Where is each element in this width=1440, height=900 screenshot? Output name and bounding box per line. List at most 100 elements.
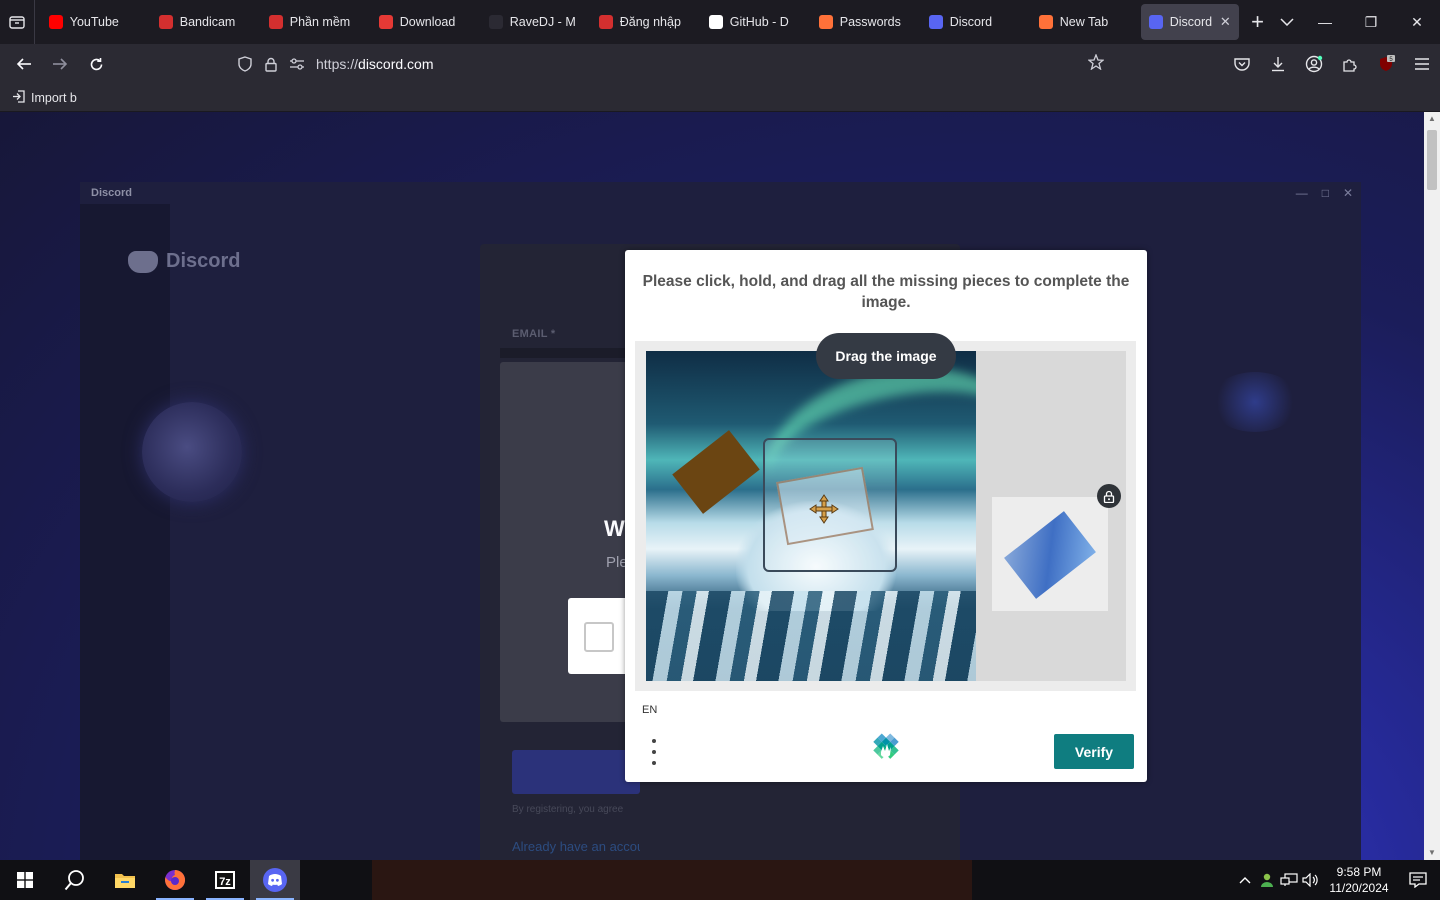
discord-icon	[928, 15, 943, 29]
file-explorer-icon[interactable]	[100, 860, 150, 900]
record-icon	[598, 15, 613, 29]
discord-icon	[1148, 15, 1163, 29]
hcaptcha-checkbox[interactable]	[584, 622, 614, 652]
more-options-icon[interactable]	[647, 739, 661, 765]
login-link[interactable]: Already have an account?	[512, 839, 640, 854]
import-bookmarks-link[interactable]: Import b	[31, 91, 77, 105]
svg-text:7z: 7z	[219, 876, 231, 888]
tab-label: Discord	[949, 15, 993, 29]
import-bookmarks-icon[interactable]	[12, 89, 25, 106]
language-selector[interactable]: EN	[642, 704, 657, 716]
site-permissions-icon[interactable]	[284, 58, 310, 70]
window-controls: — ❐ ✕	[1302, 0, 1440, 44]
scroll-down-arrow-icon[interactable]: ▼	[1424, 846, 1440, 860]
page-scrollbar[interactable]: ▲ ▼	[1424, 112, 1440, 860]
forward-button[interactable]	[42, 48, 78, 80]
start-windows-icon[interactable]	[0, 860, 50, 900]
move-cursor-icon	[809, 494, 839, 524]
lock-icon[interactable]	[258, 57, 284, 72]
email-label: EMAIL *	[512, 328, 556, 340]
tracking-protection-shield-icon[interactable]	[232, 56, 258, 72]
action-center-icon[interactable]	[1396, 860, 1440, 900]
browser-tab[interactable]: Đăng nhập	[591, 4, 697, 40]
url-host: discord.com	[358, 56, 434, 72]
discord-maximize-button[interactable]: □	[1322, 186, 1329, 200]
discord-left-strip	[80, 204, 170, 860]
discord-minimize-button[interactable]: —	[1296, 186, 1308, 200]
new-tab-button[interactable]: +	[1243, 4, 1273, 40]
nebula-decoration	[1210, 372, 1300, 432]
discord-window-controls: — □ ✕	[1296, 182, 1353, 204]
network-icon[interactable]	[1278, 860, 1300, 900]
draggable-piece-option[interactable]	[992, 497, 1108, 611]
bookmarks-toolbar: Import b	[0, 84, 1440, 112]
navigation-toolbar: https://discord.com 5	[0, 44, 1440, 84]
scroll-up-arrow-icon[interactable]: ▲	[1424, 112, 1440, 126]
challenge-prompt: Please click, hold, and drag all the mis…	[642, 273, 1130, 311]
browser-tab[interactable]: Bandicam	[151, 4, 257, 40]
app-menu-hamburger-icon[interactable]	[1404, 48, 1440, 80]
pocket-icon[interactable]	[1224, 48, 1260, 80]
tab-label: Passwords	[839, 15, 901, 29]
extensions-puzzle-icon[interactable]	[1332, 48, 1368, 80]
clock-date: 11/20/2024	[1329, 881, 1389, 895]
back-button[interactable]	[6, 48, 42, 80]
discord-logo-icon	[128, 250, 158, 273]
close-tab-icon[interactable]: ✕	[1216, 14, 1231, 30]
url-bar[interactable]: https://discord.com	[232, 48, 1105, 80]
tab-label: Discord	[1169, 15, 1213, 29]
github-icon	[708, 15, 723, 29]
reload-button[interactable]	[78, 48, 114, 80]
discord-logo-text: Discord	[166, 250, 241, 272]
browser-tab[interactable]: YouTube	[41, 4, 147, 40]
windows-taskbar: 7z 9:58 PM 11/20/2024	[0, 860, 1440, 900]
clock-time: 9:58 PM	[1336, 865, 1382, 879]
list-all-tabs-icon[interactable]	[1272, 4, 1302, 40]
close-window-button[interactable]: ✕	[1394, 0, 1440, 44]
tab-label: RaveDJ - M	[509, 15, 576, 29]
browser-tab[interactable]: Discord	[921, 4, 1027, 40]
browser-tab[interactable]: Passwords	[811, 4, 917, 40]
continue-button[interactable]	[512, 750, 640, 794]
browser-tab[interactable]: GitHub - D	[701, 4, 807, 40]
7zip-taskbar-icon[interactable]: 7z	[200, 860, 250, 900]
discord-close-button[interactable]: ✕	[1343, 186, 1353, 200]
tab-label: New Tab	[1059, 15, 1109, 29]
mega-icon	[378, 15, 393, 29]
volume-icon[interactable]	[1300, 860, 1322, 900]
verify-button[interactable]: Verify	[1054, 734, 1134, 769]
tab-list-icon[interactable]	[0, 0, 35, 44]
blue-shard-piece[interactable]	[1004, 511, 1096, 599]
padlock-icon	[1097, 484, 1121, 508]
taskbar-background-art	[372, 860, 972, 900]
people-sync-icon[interactable]	[1256, 860, 1278, 900]
browser-tab[interactable]: Phần mềm	[261, 4, 367, 40]
bookmark-star-icon[interactable]	[1087, 52, 1105, 75]
browser-tab[interactable]: RaveDJ - M	[481, 4, 587, 40]
restore-window-button[interactable]: ❐	[1348, 0, 1394, 44]
toolbar-right: 5	[1224, 44, 1440, 84]
discord-taskbar-icon[interactable]	[250, 860, 300, 900]
planet-decoration	[142, 402, 242, 502]
challenge-stage: Drag the image	[635, 333, 1136, 691]
scrollbar-thumb[interactable]	[1427, 130, 1437, 190]
hcaptcha-challenge-dialog: Please click, hold, and drag all the mis…	[625, 250, 1147, 782]
drop-target-slot[interactable]	[763, 438, 897, 572]
system-clock[interactable]: 9:58 PM 11/20/2024	[1322, 864, 1396, 896]
terms-text: By registering, you agree	[512, 804, 624, 815]
firefox-taskbar-icon[interactable]	[150, 860, 200, 900]
discord-logo: Discord	[128, 250, 240, 273]
account-icon[interactable]	[1296, 48, 1332, 80]
search-icon[interactable]	[50, 860, 100, 900]
browser-tab[interactable]: Discord ✕	[1140, 4, 1239, 40]
show-hidden-icons-chevron-icon[interactable]	[1234, 860, 1256, 900]
hcaptcha-logo-icon[interactable]	[869, 732, 903, 766]
ublock-origin-icon[interactable]: 5	[1368, 48, 1404, 80]
browser-tab[interactable]: New Tab	[1031, 4, 1137, 40]
piece-tray	[976, 351, 1126, 681]
url-text[interactable]: https://discord.com	[316, 56, 434, 72]
firefox-icon	[1038, 15, 1053, 29]
minimize-window-button[interactable]: —	[1302, 0, 1348, 44]
downloads-icon[interactable]	[1260, 48, 1296, 80]
browser-tab[interactable]: Download	[371, 4, 477, 40]
